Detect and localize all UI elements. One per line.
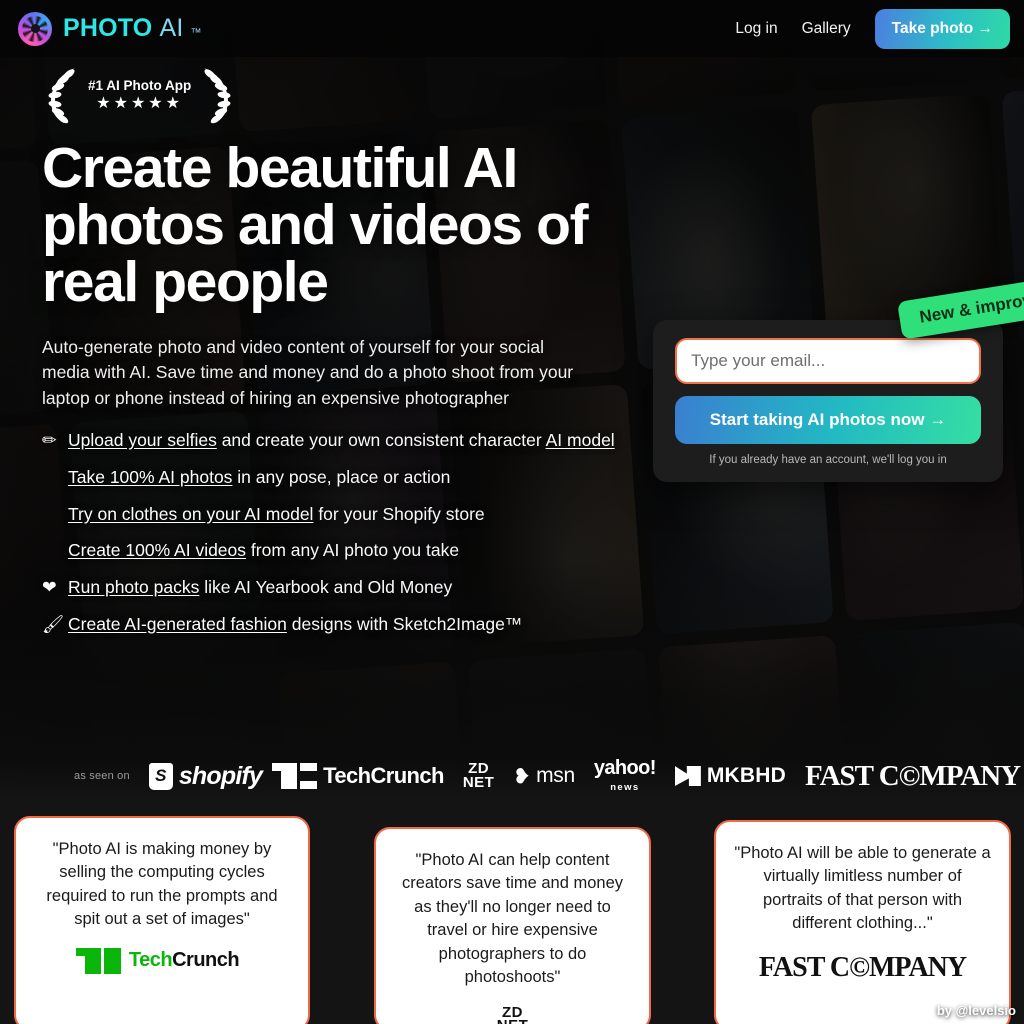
testimonial-cards: "Photo AI is making money by selling the… [0, 805, 1024, 1024]
feature-item: ✏ Upload your selfies and create your own… [42, 429, 622, 452]
feature-link[interactable]: Create AI-generated fashion [68, 614, 287, 634]
fast-company-label: FAST C©MPANY [758, 951, 967, 983]
shopify-logo: shopify [148, 761, 263, 791]
start-taking-photos-button[interactable]: Start taking AI photos now → [675, 396, 981, 444]
fast-company-label: FAST C©MPANY [805, 759, 1021, 792]
signup-note: If you already have an account, we'll lo… [709, 454, 947, 466]
feature-item: Try on clothes on your AI model for your… [42, 503, 622, 526]
nav-login[interactable]: Log in [735, 20, 777, 38]
feature-link[interactable]: AI model [546, 430, 615, 450]
mkbhd-logo: MKBHD [674, 764, 787, 788]
brand-logo[interactable]: PHOTO AI ™ [18, 11, 202, 46]
hero-section: #1 AI Photo App ★★★★★ Create beautiful A… [42, 64, 652, 650]
zdnet-label: ZD NET [497, 1003, 528, 1024]
shopify-label: shopify [178, 761, 263, 790]
techcrunch-mark-icon [75, 947, 121, 974]
shopify-bag-icon [148, 762, 173, 790]
zdnet-line2: NET [462, 774, 495, 791]
yahoo-label: yahoo! [593, 757, 657, 780]
fast-company-logo: FAST C©MPANY [805, 759, 1021, 793]
brand-wordmark: PHOTO AI ™ [63, 14, 202, 43]
mkbhd-bowtie-icon [674, 766, 701, 786]
press-logo-strip: as seen on shopify TechCrunch ZD NET ❥ m… [0, 752, 1024, 800]
feature-text: from any AI photo you take [246, 540, 460, 561]
feature-text: in any pose, place or action [232, 466, 451, 487]
as-seen-on-label: as seen on [74, 770, 130, 782]
laurel-wreath-right-icon [204, 68, 231, 124]
techcrunch-logo: TechCrunch [272, 763, 444, 789]
feature-link[interactable]: Create 100% AI videos [68, 540, 246, 560]
laurel-wreath-left-icon [48, 68, 75, 124]
feature-text: for your Shopify store [313, 503, 485, 524]
nav-gallery[interactable]: Gallery [802, 20, 851, 38]
testimonial-card-techcrunch: "Photo AI is making money by selling the… [14, 816, 310, 1024]
techcrunch-label: TechCrunch [128, 949, 240, 972]
testimonial-source: TechCrunch [34, 947, 290, 974]
yahoo-news-logo: yahoo! news [593, 757, 657, 793]
feature-text: like AI Yearbook and Old Money [199, 577, 453, 598]
brand-accent: AI [159, 14, 184, 42]
email-input[interactable] [675, 338, 981, 384]
feature-link[interactable]: Run photo packs [68, 577, 199, 597]
signup-card: New & improve Start taking AI photos now… [653, 276, 1024, 482]
feature-text: designs with Sketch2Image™ [286, 613, 523, 634]
award-badge: #1 AI Photo App ★★★★★ [42, 64, 652, 126]
feature-link[interactable]: Try on clothes on your AI model [68, 504, 313, 524]
badge-stars: ★★★★★ [96, 95, 183, 112]
yahoo-news-label: news [610, 781, 640, 793]
header-nav: Log in Gallery Take photo → [735, 8, 1010, 49]
feature-item: ❤ Run photo packs like AI Yearbook and Ol… [42, 576, 622, 599]
brand-trademark: ™ [190, 27, 202, 39]
techcrunch-mark-icon [272, 763, 318, 789]
feature-link[interactable]: Take 100% AI photos [68, 467, 232, 487]
testimonial-card-zdnet: "Photo AI can help content creators save… [374, 827, 651, 1024]
feature-list: ✏ Upload your selfies and create your own… [42, 429, 622, 636]
badge-content: #1 AI Photo App ★★★★★ [84, 78, 195, 112]
aperture-swirl-icon [18, 11, 52, 46]
testimonial-quote: "Photo AI is making money by selling the… [46, 840, 278, 929]
feature-item: Take 100% AI photos in any pose, place o… [42, 466, 622, 489]
levelsio-watermark: by @levelsio [936, 1003, 1016, 1018]
msn-butterfly-icon: ❥ [513, 765, 531, 788]
techcrunch-label: TechCrunch [323, 763, 444, 788]
brand-main: PHOTO [63, 14, 153, 42]
testimonial-source: FAST C©MPANY [734, 952, 991, 984]
feature-item: Create 100% AI videos from any AI photo … [42, 539, 622, 562]
mkbhd-label: MKBHD [706, 764, 787, 787]
paintbrush-icon: 🖌 [42, 613, 65, 634]
take-photo-button[interactable]: Take photo → [874, 8, 1010, 49]
msn-label: msn [536, 764, 575, 787]
testimonial-quote: "Photo AI will be able to generate a vir… [734, 844, 991, 933]
page-title: Create beautiful AI photos and videos of… [42, 136, 589, 314]
badge-title: #1 AI Photo App [88, 78, 192, 93]
testimonial-source: ZD NET [394, 1003, 631, 1024]
testimonial-quote: "Photo AI can help content creators save… [401, 851, 624, 987]
zdnet-logo: ZD NET [462, 761, 495, 791]
hero-subtitle: Auto-generate photo and video content of… [42, 337, 574, 408]
pencil-icon: ✏ [42, 430, 57, 451]
feature-text: and create your own consistent character [216, 430, 546, 451]
page-root: PHOTO AI ™ Log in Gallery Take photo → #… [0, 0, 1024, 1024]
site-header: PHOTO AI ™ Log in Gallery Take photo → [0, 0, 1024, 57]
feature-item: 🖌 Create AI-generated fashion designs wit… [42, 613, 622, 636]
msn-logo: ❥ msn [513, 764, 575, 789]
testimonial-card-fast-company: "Photo AI will be able to generate a vir… [714, 820, 1011, 1024]
heart-icon: ❤ [42, 577, 57, 598]
feature-link[interactable]: Upload your selfies [68, 430, 217, 450]
